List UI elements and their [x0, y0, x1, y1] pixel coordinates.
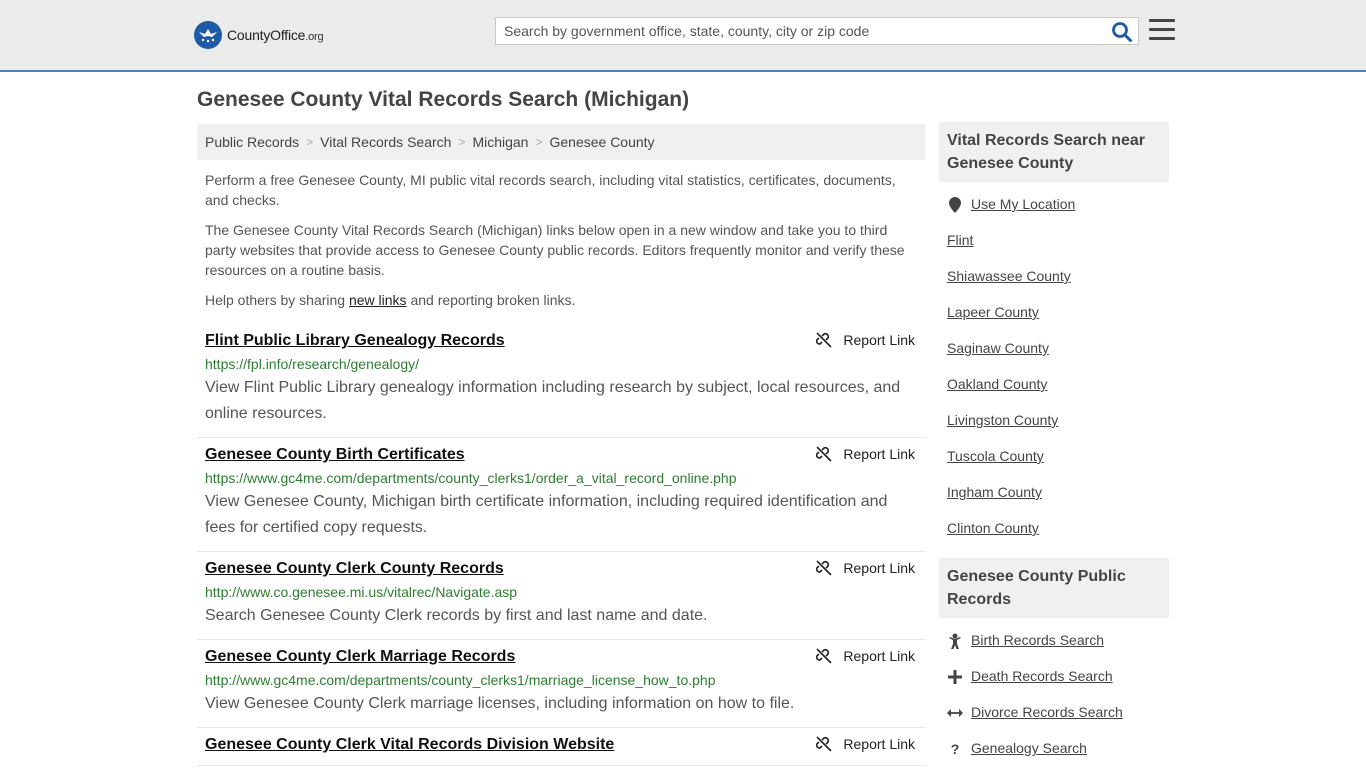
- report-link-button[interactable]: Report Link: [816, 560, 915, 576]
- nearby-link[interactable]: Livingston County: [947, 412, 1058, 428]
- search-bar: [495, 17, 1139, 45]
- link-description: Search Genesee County Clerk records by f…: [205, 607, 708, 624]
- broken-link-icon: [816, 648, 832, 664]
- link-description: View Genesee County, Michigan birth cert…: [205, 493, 888, 536]
- breadcrumb-vital-records-search[interactable]: Vital Records Search: [320, 134, 451, 150]
- broken-link-icon: [816, 446, 832, 462]
- birth-records-link[interactable]: Birth Records Search: [971, 632, 1104, 648]
- report-link-button[interactable]: Report Link: [816, 446, 915, 462]
- report-link-button[interactable]: Report Link: [816, 648, 915, 664]
- link-title[interactable]: Genesee County Birth Certificates: [205, 445, 465, 465]
- map-pin-icon: [947, 197, 963, 213]
- broken-link-icon: [816, 560, 832, 576]
- intro-paragraph: Perform a free Genesee County, MI public…: [205, 172, 896, 208]
- new-links-link[interactable]: new links: [349, 292, 407, 308]
- list-item: Flint Public Library Genealogy Records R…: [197, 324, 925, 438]
- sidebar-item-clinton: Clinton County: [947, 520, 1161, 556]
- baby-icon: [947, 633, 963, 649]
- sidebar-item-oakland: Oakland County: [947, 376, 1161, 412]
- sidebar-item-lapeer: Lapeer County: [947, 304, 1161, 340]
- search-icon: [1112, 22, 1132, 42]
- broken-link-icon: [816, 332, 832, 348]
- broken-link-icon: [816, 736, 832, 752]
- list-item: Genesee County Clerk Vital Records Divis…: [197, 728, 925, 766]
- vital-records-links-list: Flint Public Library Genealogy Records R…: [197, 324, 925, 766]
- site-header: CountyOffice.org: [0, 0, 1366, 72]
- sidebar-item-genealogy: ? Genealogy Search: [947, 740, 1161, 776]
- divorce-records-link[interactable]: Divorce Records Search: [971, 704, 1123, 720]
- list-item: Genesee County Clerk County Records Repo…: [197, 552, 925, 640]
- sidebar-item-flint: Flint: [947, 232, 1161, 268]
- public-records-block: Genesee County Public Records Birth Reco…: [939, 558, 1169, 776]
- sidebar-item-ingham: Ingham County: [947, 484, 1161, 520]
- sidebar-item-livingston: Livingston County: [947, 412, 1161, 448]
- link-title[interactable]: Flint Public Library Genealogy Records: [205, 331, 505, 351]
- breadcrumb-genesee-county[interactable]: Genesee County: [549, 134, 654, 150]
- link-title[interactable]: Genesee County Clerk Marriage Records: [205, 647, 515, 667]
- nearby-list: Use My Location Flint Shiawassee County …: [939, 182, 1169, 556]
- report-link-button[interactable]: Report Link: [816, 332, 915, 348]
- link-url[interactable]: https://www.gc4me.com/departments/county…: [205, 468, 917, 488]
- report-link-button[interactable]: Report Link: [816, 736, 915, 752]
- sidebar-item-shiawassee: Shiawassee County: [947, 268, 1161, 304]
- arrows-left-right-icon: [947, 705, 963, 721]
- link-url[interactable]: http://www.gc4me.com/departments/county_…: [205, 670, 917, 690]
- search-button[interactable]: [1111, 21, 1133, 43]
- nearby-link[interactable]: Saginaw County: [947, 340, 1049, 356]
- sidebar-item-birth-records: Birth Records Search: [947, 632, 1161, 668]
- page-title: Genesee County Vital Records Search (Mic…: [197, 88, 690, 111]
- site-logo[interactable]: CountyOffice.org: [194, 20, 324, 50]
- sidebar-item-death-records: Death Records Search: [947, 668, 1161, 704]
- eagle-logo-icon: [194, 21, 222, 49]
- nearby-heading: Vital Records Search near Genesee County: [939, 122, 1169, 182]
- death-records-link[interactable]: Death Records Search: [971, 668, 1113, 684]
- cross-icon: [947, 669, 963, 685]
- hamburger-menu-icon[interactable]: [1149, 19, 1175, 43]
- breadcrumb-separator-icon: >: [535, 135, 543, 149]
- list-item: Genesee County Birth Certificates Report…: [197, 438, 925, 552]
- link-title[interactable]: Genesee County Clerk County Records: [205, 559, 504, 579]
- link-description: View Flint Public Library genealogy info…: [205, 379, 901, 422]
- nearby-link[interactable]: Lapeer County: [947, 304, 1039, 320]
- nearby-link[interactable]: Shiawassee County: [947, 268, 1071, 284]
- sidebar-item-tuscola: Tuscola County: [947, 448, 1161, 484]
- breadcrumb-public-records[interactable]: Public Records: [205, 134, 299, 150]
- use-my-location-link[interactable]: Use My Location: [971, 196, 1075, 212]
- intro-text: Perform a free Genesee County, MI public…: [205, 170, 917, 320]
- breadcrumb-separator-icon: >: [458, 135, 466, 149]
- share-links-paragraph: Help others by sharing new links and rep…: [205, 292, 576, 308]
- breadcrumb-michigan[interactable]: Michigan: [472, 134, 528, 150]
- public-records-heading: Genesee County Public Records: [939, 558, 1169, 618]
- nearby-link[interactable]: Ingham County: [947, 484, 1042, 500]
- use-my-location-item: Use My Location: [947, 196, 1161, 232]
- link-url[interactable]: http://www.co.genesee.mi.us/vitalrec/Nav…: [205, 582, 917, 602]
- link-url[interactable]: https://fpl.info/research/genealogy/: [205, 354, 917, 374]
- intro-paragraph: The Genesee County Vital Records Search …: [205, 222, 905, 278]
- public-records-list: Birth Records Search Death Records Searc…: [939, 618, 1169, 776]
- nearby-link[interactable]: Flint: [947, 232, 973, 248]
- nearby-link[interactable]: Oakland County: [947, 376, 1047, 392]
- search-input[interactable]: [496, 18, 1104, 44]
- breadcrumb-separator-icon: >: [306, 135, 314, 149]
- list-item: Genesee County Clerk Marriage Records Re…: [197, 640, 925, 728]
- link-title[interactable]: Genesee County Clerk Vital Records Divis…: [205, 735, 614, 755]
- nearby-link[interactable]: Tuscola County: [947, 448, 1044, 464]
- sidebar-item-divorce-records: Divorce Records Search: [947, 704, 1161, 740]
- logo-text: CountyOffice.org: [227, 27, 324, 43]
- breadcrumb: Public Records > Vital Records Search > …: [197, 124, 925, 160]
- nearby-link[interactable]: Clinton County: [947, 520, 1039, 536]
- sidebar-item-saginaw: Saginaw County: [947, 340, 1161, 376]
- sidebar: Vital Records Search near Genesee County…: [939, 122, 1169, 776]
- question-mark-icon: ?: [950, 741, 960, 757]
- link-description: View Genesee County Clerk marriage licen…: [205, 695, 795, 712]
- genealogy-search-link[interactable]: Genealogy Search: [971, 740, 1087, 756]
